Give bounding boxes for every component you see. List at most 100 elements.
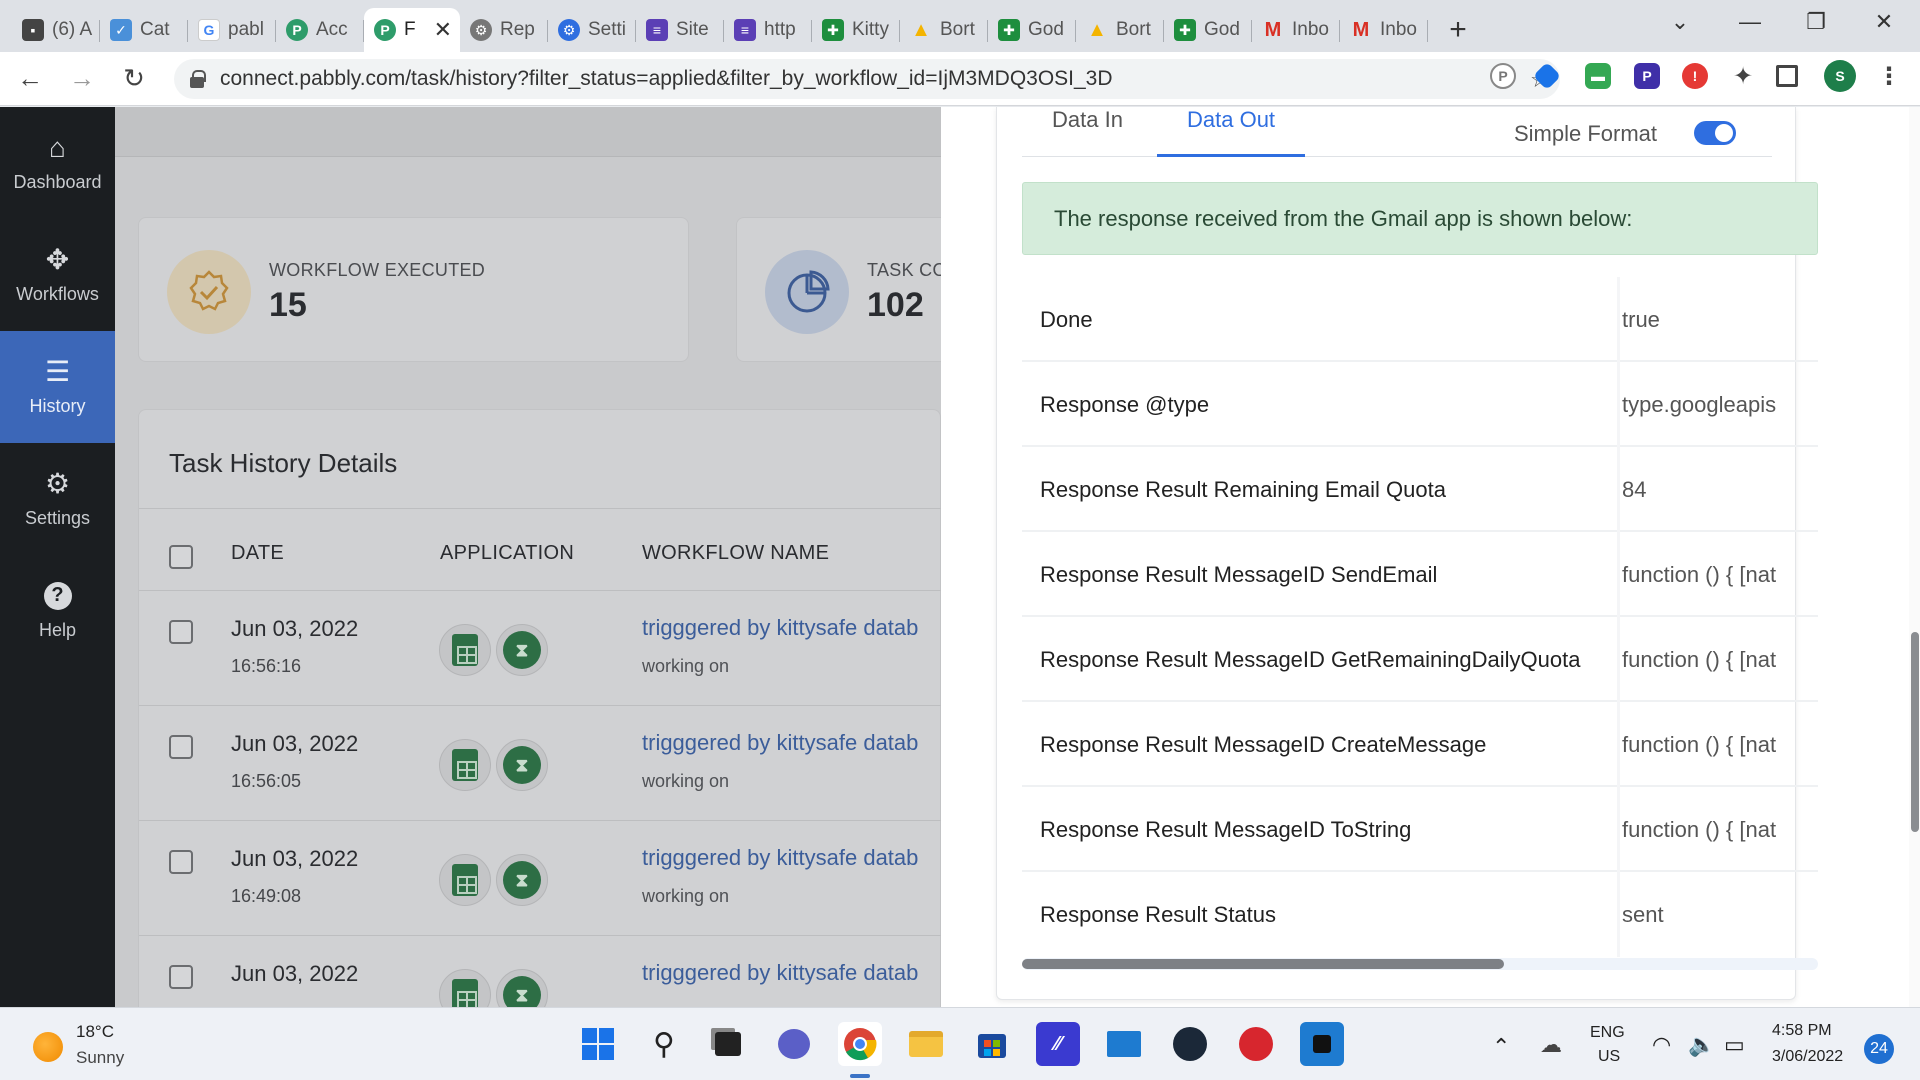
kebab-menu-icon[interactable]: ⋮	[1876, 63, 1902, 90]
column-header-application[interactable]: APPLICATION	[440, 542, 574, 565]
minimize-window-icon[interactable]: —	[1720, 0, 1780, 44]
row-checkbox[interactable]	[169, 850, 193, 874]
notification-badge[interactable]: 24	[1864, 1034, 1894, 1064]
store-icon[interactable]	[970, 1022, 1014, 1066]
p-extension-icon[interactable]: P	[1634, 63, 1660, 89]
browser-tab[interactable]: ✓ Cat	[100, 8, 188, 52]
workflow-status: working on	[642, 771, 730, 791]
language-indicator[interactable]: ENG	[1590, 1024, 1625, 1042]
back-icon[interactable]: ←	[8, 57, 52, 101]
weather-condition[interactable]: Sunny	[76, 1048, 124, 1068]
gmail-icon: M	[1352, 18, 1370, 41]
column-header-date[interactable]: DATE	[231, 542, 284, 565]
chrome-icon[interactable]	[838, 1022, 882, 1066]
browser-tab[interactable]: ✚ God	[1164, 8, 1252, 52]
remote-desktop-icon[interactable]	[1102, 1022, 1146, 1066]
browser-tab[interactable]: ✚ God	[988, 8, 1076, 52]
horizontal-scrollbar[interactable]	[1022, 958, 1818, 970]
sidebar-item-history[interactable]: ☰ History	[0, 331, 115, 443]
browser-tab[interactable]: M Inbo	[1252, 8, 1340, 52]
workflow-link[interactable]: trigggered by kittysafe datab	[642, 960, 918, 986]
row-checkbox[interactable]	[169, 965, 193, 989]
close-window-icon[interactable]: ✕	[1854, 0, 1914, 44]
battery-icon[interactable]: ▭	[1724, 1032, 1745, 1058]
clock-date[interactable]: 3/06/2022	[1772, 1048, 1843, 1066]
field-value[interactable]: function () { [nat	[1622, 702, 1818, 787]
vs-code-app-icon[interactable]: ⁄⁄	[1036, 1022, 1080, 1066]
sidebar-item-settings[interactable]: ⚙ Settings	[0, 443, 115, 555]
sidebar-item-workflows[interactable]: ✥ Workflows	[0, 219, 115, 331]
browser-tab[interactable]: M Inbo	[1340, 8, 1428, 52]
steam-icon[interactable]	[1168, 1022, 1212, 1066]
browser-tab[interactable]: ✚ Kitty	[812, 8, 900, 52]
browser-tab[interactable]: ≡ http	[724, 8, 812, 52]
task-view-icon[interactable]	[706, 1022, 750, 1066]
stat-label: WORKFLOW EXECUTED	[269, 260, 486, 280]
row-checkbox[interactable]	[169, 620, 193, 644]
volume-muted-icon[interactable]: 🔈	[1688, 1032, 1715, 1058]
tab-data-out[interactable]: Data Out	[1157, 107, 1306, 157]
workflow-link[interactable]: trigggered by kittysafe datab	[642, 730, 918, 756]
onedrive-icon[interactable]: ☁	[1540, 1032, 1562, 1058]
sidebar-item-dashboard[interactable]: ⌂ Dashboard	[0, 107, 115, 219]
url-text[interactable]: connect.pabbly.com/task/history?filter_s…	[220, 67, 1113, 91]
field-value[interactable]: function () { [nat	[1622, 617, 1818, 702]
workflow-status: working on	[642, 656, 730, 676]
reload-icon[interactable]: ↻	[112, 57, 156, 101]
browser-tab-active[interactable]: P F ✕	[364, 8, 460, 52]
row-checkbox[interactable]	[169, 735, 193, 759]
chat-icon[interactable]	[772, 1022, 816, 1066]
sun-icon[interactable]	[33, 1032, 63, 1062]
chevron-up-icon[interactable]: ⌃	[1492, 1034, 1510, 1060]
restore-window-icon[interactable]: ❐	[1786, 0, 1846, 44]
browser-tab[interactable]: ⚙ Setti	[548, 8, 636, 52]
avatar[interactable]: S	[1824, 60, 1856, 92]
forward-icon[interactable]: →	[60, 57, 104, 101]
folder-extension-icon[interactable]: ▬	[1585, 63, 1611, 89]
horizontal-scroll-thumb[interactable]	[1022, 959, 1504, 969]
tab-data-in[interactable]: Data In	[1022, 107, 1153, 157]
clock-time[interactable]: 4:58 PM	[1772, 1022, 1832, 1040]
weather-temperature[interactable]: 18°C	[76, 1022, 114, 1042]
new-tab-button[interactable]: +	[1436, 8, 1480, 52]
red-extension-icon[interactable]: !	[1682, 63, 1708, 89]
workflow-link[interactable]: trigggered by kittysafe datab	[642, 845, 918, 871]
column-header-workflow-name[interactable]: WORKFLOW NAME	[642, 542, 829, 565]
data-tabs: Data In Data Out	[1022, 107, 1772, 157]
browser-tab[interactable]: ⚙ Rep	[460, 8, 548, 52]
pabbly-extension-icon[interactable]: P	[1490, 63, 1516, 89]
browser-tab[interactable]: ▪ (6) A	[12, 8, 100, 52]
browser-tab[interactable]: ▲ Bort	[1076, 8, 1164, 52]
vertical-scrollbar[interactable]	[1909, 107, 1920, 1007]
start-menu-icon[interactable]	[576, 1022, 620, 1066]
file-explorer-icon[interactable]	[904, 1022, 948, 1066]
wifi-icon[interactable]: ◠	[1652, 1032, 1671, 1058]
field-value[interactable]: type.googleapis	[1622, 362, 1818, 447]
language-region[interactable]: US	[1598, 1048, 1620, 1066]
search-icon[interactable]: ⚲	[642, 1022, 686, 1066]
sidebar-item-help[interactable]: ? Help	[0, 555, 115, 667]
shopping-app-icon[interactable]	[1300, 1022, 1344, 1066]
field-value[interactable]: true	[1622, 277, 1818, 362]
row-divider	[139, 590, 941, 591]
field-value[interactable]: function () { [nat	[1622, 532, 1818, 617]
browser-tab[interactable]: Gpabl	[188, 8, 276, 52]
field-value[interactable]: 84	[1622, 447, 1818, 532]
browser-tab[interactable]: ▲ Bort	[900, 8, 988, 52]
vertical-scroll-thumb[interactable]	[1911, 632, 1919, 832]
gear-icon: ⚙	[558, 19, 580, 41]
security-app-icon[interactable]	[1234, 1022, 1278, 1066]
field-value[interactable]: function () { [nat	[1622, 787, 1818, 872]
simple-format-toggle[interactable]	[1694, 121, 1736, 145]
tab-search-icon[interactable]: ⌄	[1650, 0, 1710, 44]
side-panel-icon[interactable]	[1776, 65, 1798, 87]
puzzle-extensions-icon[interactable]: ✦	[1730, 63, 1756, 90]
workflow-link[interactable]: trigggered by kittysafe datab	[642, 615, 918, 641]
select-all-checkbox[interactable]	[169, 545, 193, 569]
field-value[interactable]: sent	[1622, 872, 1818, 957]
address-bar[interactable]: connect.pabbly.com/task/history?filter_s…	[174, 58, 1560, 99]
browser-tab[interactable]: ≡ Site	[636, 8, 724, 52]
data-field-row: Response @type type.googleapis	[1022, 362, 1818, 447]
browser-tab[interactable]: P Acc	[276, 8, 364, 52]
close-tab-icon[interactable]: ✕	[434, 17, 452, 43]
